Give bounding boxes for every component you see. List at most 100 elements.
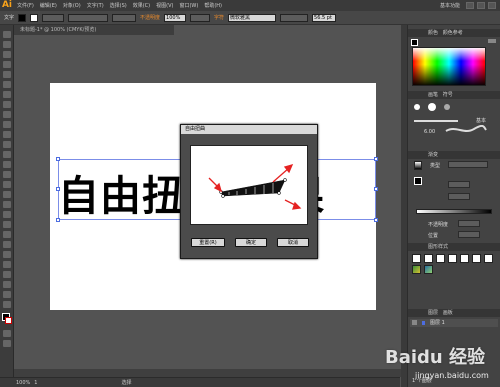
zoom-tool-icon[interactable]	[3, 301, 11, 308]
blob-brush-tool-icon[interactable]	[3, 131, 11, 138]
rectangle-tool-icon[interactable]	[3, 101, 11, 108]
font-family-field[interactable]: 微软雅黑	[228, 13, 277, 22]
variable-width-field[interactable]	[68, 13, 109, 22]
stroke-weight-field[interactable]	[42, 13, 65, 22]
menu-window[interactable]: 窗口(W)	[176, 2, 201, 9]
blend-tool-icon[interactable]	[3, 241, 11, 248]
fill-swatch[interactable]	[18, 13, 27, 22]
gradient-opacity-field[interactable]	[458, 220, 480, 227]
symbol-sprayer-tool-icon[interactable]	[3, 251, 11, 258]
mesh-tool-icon[interactable]	[3, 211, 11, 218]
font-style-field[interactable]	[280, 13, 309, 22]
layer-row[interactable]: 图层 1	[410, 319, 498, 327]
menu-type[interactable]: 文字(T)	[84, 2, 107, 9]
hand-tool-icon[interactable]	[3, 291, 11, 298]
eyedropper-tool-icon[interactable]	[3, 231, 11, 238]
graphic-style-7[interactable]	[484, 254, 493, 263]
zoom-level[interactable]: 100%	[16, 380, 30, 386]
perspective-grid-tool-icon[interactable]	[3, 201, 11, 208]
brush-dot-large[interactable]	[444, 104, 450, 110]
scale-tool-icon[interactable]	[3, 161, 11, 168]
gradient-location-field[interactable]	[458, 231, 480, 238]
selection-tool-icon[interactable]	[3, 31, 11, 38]
stroke-swatch[interactable]	[30, 13, 39, 22]
brush-field[interactable]	[112, 13, 137, 22]
close-button[interactable]	[488, 2, 496, 9]
font-size-field[interactable]: 56.5 pt	[312, 13, 337, 22]
brush-dot-medium[interactable]	[428, 103, 436, 111]
eye-icon[interactable]	[412, 320, 417, 325]
opacity-label[interactable]: 不透明度	[140, 14, 160, 21]
column-graph-tool-icon[interactable]	[3, 261, 11, 268]
gradient-angle-field[interactable]	[448, 181, 470, 188]
layers-panel-tab[interactable]: 图层 画板	[408, 309, 500, 317]
cancel-button[interactable]: 取消	[277, 238, 309, 247]
lasso-tool-icon[interactable]	[3, 61, 11, 68]
graphic-style-default[interactable]	[412, 254, 421, 263]
stroke-color-icon[interactable]	[5, 317, 12, 324]
gradient-type-select[interactable]	[448, 161, 488, 168]
menu-view[interactable]: 视图(V)	[153, 2, 176, 9]
drawing-mode-icon[interactable]	[3, 330, 11, 337]
handle-bottom-left[interactable]	[56, 218, 60, 222]
layer-name[interactable]: 图层 1	[430, 319, 445, 326]
handle-top-left[interactable]	[56, 157, 60, 161]
graphic-style-2[interactable]	[424, 254, 433, 263]
paintbrush-tool-icon[interactable]	[3, 111, 11, 118]
rotate-tool-icon[interactable]	[3, 151, 11, 158]
distorted-text-shape[interactable]	[220, 179, 286, 197]
width-tool-icon[interactable]	[3, 171, 11, 178]
workspace-switcher[interactable]: 基本功能	[437, 2, 463, 9]
pencil-tool-icon[interactable]	[3, 121, 11, 128]
gradient-swatch[interactable]	[414, 161, 422, 170]
pen-tool-icon[interactable]	[3, 71, 11, 78]
corner-handle-2[interactable]	[283, 178, 287, 182]
reset-button[interactable]: 重置(R)	[191, 238, 225, 247]
status-mode[interactable]: 选择	[121, 379, 131, 386]
handle-top-right[interactable]	[374, 157, 378, 161]
graphic-style-6[interactable]	[472, 254, 481, 263]
free-transform-tool-icon[interactable]	[3, 181, 11, 188]
menu-object[interactable]: 对象(O)	[60, 2, 84, 9]
distort-preview[interactable]	[190, 145, 308, 225]
menu-select[interactable]: 选择(S)	[107, 2, 130, 9]
character-label[interactable]: 字符	[214, 14, 224, 21]
document-tab[interactable]: 未标题-1* @ 100% (CMYK/预览)	[14, 25, 174, 35]
panel-fill-swatch[interactable]	[411, 39, 418, 46]
slice-tool-icon[interactable]	[3, 281, 11, 288]
gradient-slider[interactable]	[416, 209, 492, 214]
color-panel-tab[interactable]: 颜色 颜色参考	[408, 29, 500, 37]
brush-panel-tab[interactable]: 画笔 符号	[408, 91, 500, 99]
eraser-tool-icon[interactable]	[3, 141, 11, 148]
color-spectrum[interactable]	[412, 47, 486, 86]
graphic-style-9[interactable]	[424, 265, 433, 274]
handle-middle-left[interactable]	[56, 187, 60, 191]
menu-help[interactable]: 帮助(H)	[201, 2, 225, 9]
opacity-field[interactable]: 100%	[164, 13, 187, 22]
brush-stroke-preview[interactable]	[414, 120, 458, 122]
artboard-number[interactable]: 1	[34, 380, 37, 386]
direct-selection-tool-icon[interactable]	[3, 41, 11, 48]
magic-wand-tool-icon[interactable]	[3, 51, 11, 58]
shape-builder-tool-icon[interactable]	[3, 191, 11, 198]
graphic-styles-panel-tab[interactable]: 图形样式	[408, 243, 500, 251]
menu-edit[interactable]: 编辑(E)	[37, 2, 60, 9]
maximize-button[interactable]	[477, 2, 485, 9]
panel-menu-icon[interactable]	[488, 39, 496, 43]
line-tool-icon[interactable]	[3, 91, 11, 98]
graphic-style-4[interactable]	[448, 254, 457, 263]
graphic-style-5[interactable]	[460, 254, 469, 263]
brush-dot-small[interactable]	[414, 104, 420, 110]
minimize-button[interactable]	[466, 2, 474, 9]
screen-mode-icon[interactable]	[3, 340, 11, 347]
gradient-tool-icon[interactable]	[3, 221, 11, 228]
gradient-panel-tab[interactable]: 渐变	[408, 151, 500, 159]
style-field[interactable]	[190, 13, 211, 22]
graphic-style-8[interactable]	[412, 265, 421, 274]
gradient-aspect-field[interactable]	[448, 193, 470, 200]
menu-file[interactable]: 文件(F)	[14, 2, 37, 9]
menu-effect[interactable]: 效果(C)	[130, 2, 153, 9]
handle-middle-right[interactable]	[374, 187, 378, 191]
type-tool-icon[interactable]	[3, 81, 11, 88]
ok-button[interactable]: 确定	[235, 238, 267, 247]
